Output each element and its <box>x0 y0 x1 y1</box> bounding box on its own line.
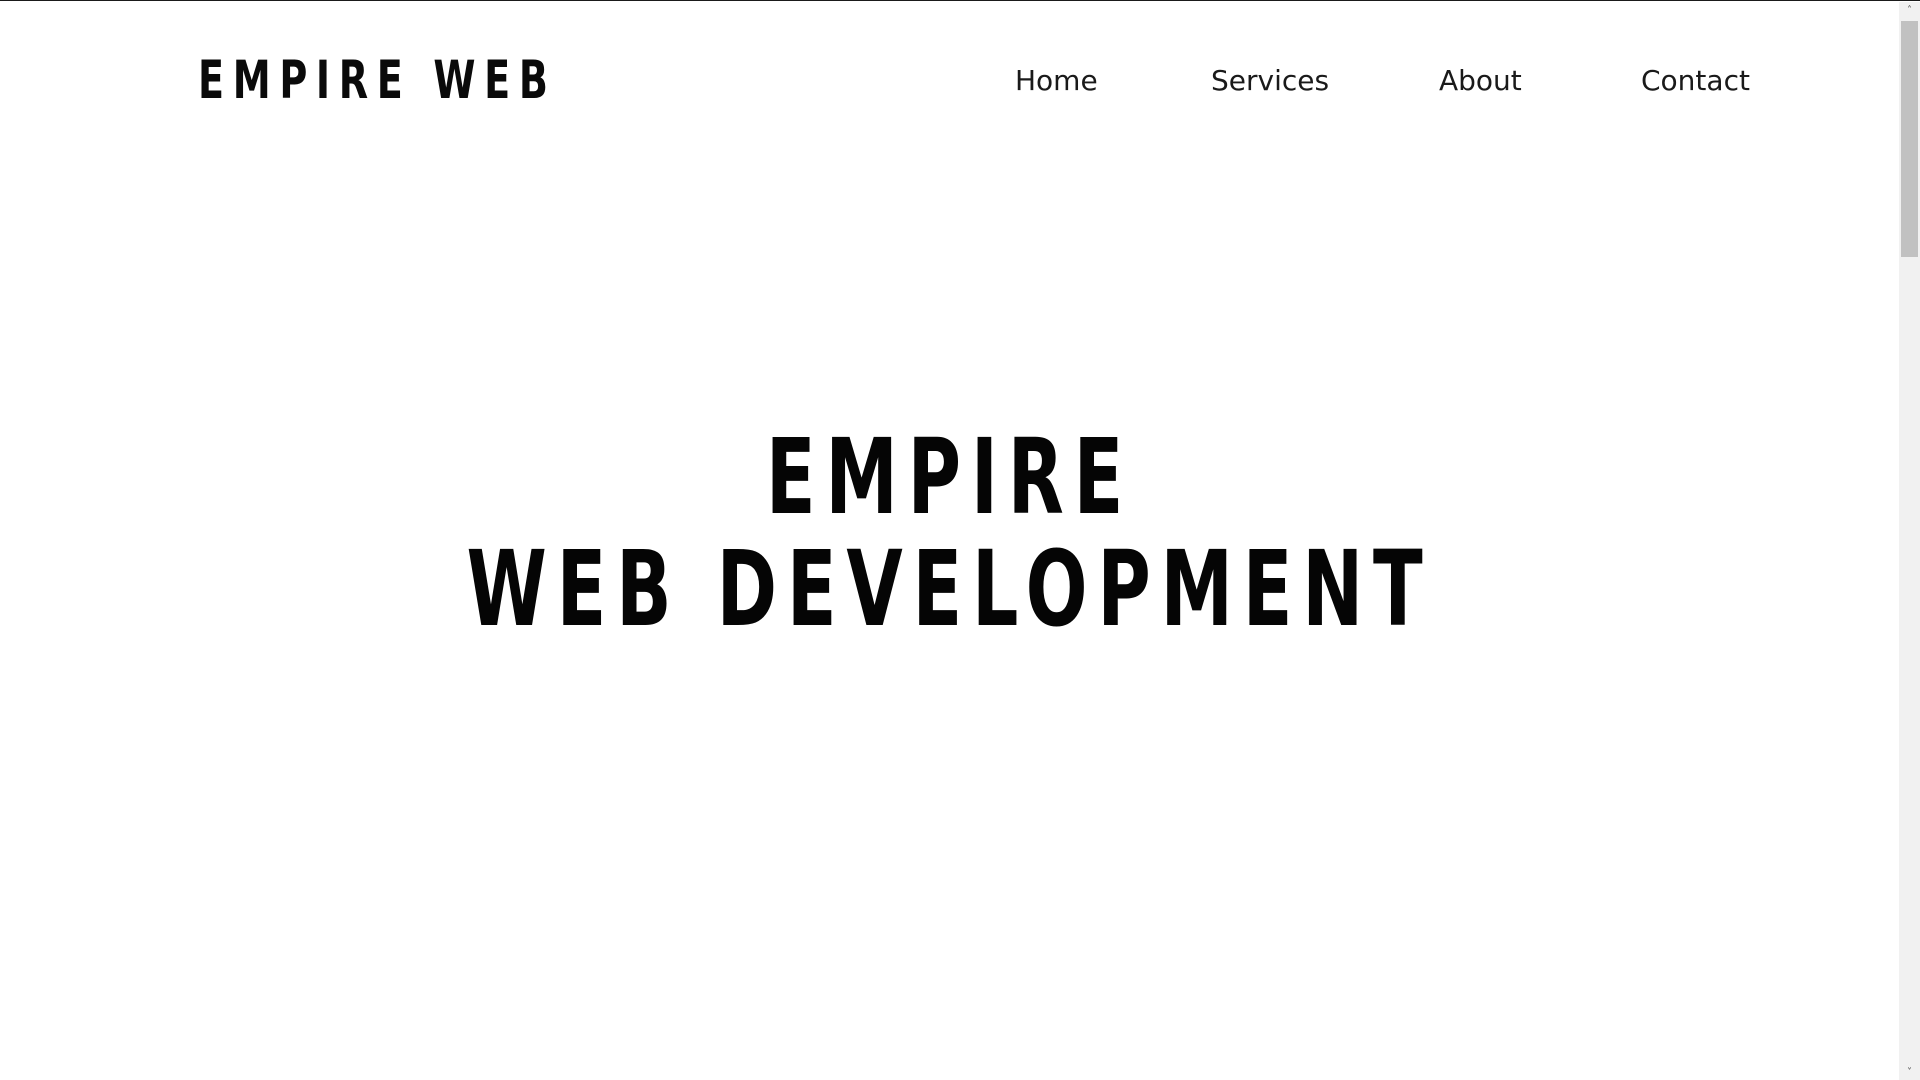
hero-title-line-2: WEB DEVELOPMENT <box>466 528 1433 650</box>
main-nav: Home Services About Contact <box>0 59 1899 103</box>
chevron-up-icon[interactable]: ˄ <box>1899 2 1920 19</box>
hero-section: EMPIRE WEB DEVELOPMENT <box>0 421 1899 645</box>
nav-link-services[interactable]: Services <box>1211 59 1329 103</box>
vertical-scrollbar[interactable]: ˄ ˅ <box>1899 2 1920 1080</box>
nav-link-about[interactable]: About <box>1439 59 1522 103</box>
page-viewport: EMPIRE WEB Home Services About Contact E… <box>0 0 1920 1080</box>
hero-title: EMPIRE WEB DEVELOPMENT <box>0 421 1899 645</box>
nav-link-home[interactable]: Home <box>1015 59 1098 103</box>
chevron-down-icon[interactable]: ˅ <box>1899 1064 1920 1080</box>
site-header: EMPIRE WEB Home Services About Contact <box>0 1 1899 161</box>
hero-title-line-1: EMPIRE <box>765 416 1134 538</box>
scrollbar-thumb[interactable] <box>1901 21 1918 257</box>
nav-link-contact[interactable]: Contact <box>1641 59 1750 103</box>
